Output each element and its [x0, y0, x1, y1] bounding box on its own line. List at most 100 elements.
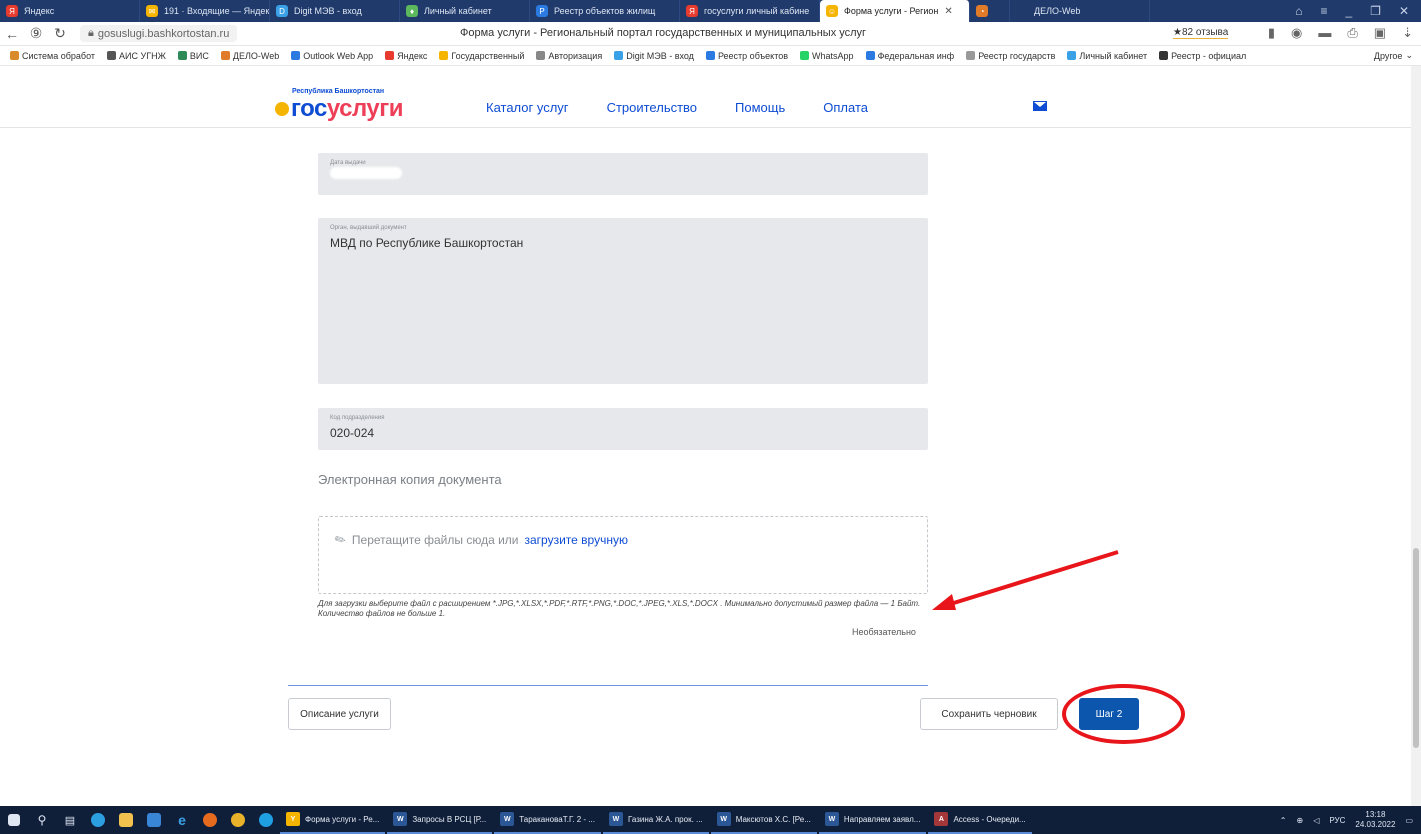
tab-favicon-icon	[1016, 5, 1028, 17]
browser-tab[interactable]: ДЕЛО-Web	[1010, 0, 1150, 22]
paperclip-icon: ✎	[331, 530, 349, 549]
bookmark-item[interactable]: Реестр государств	[960, 51, 1061, 61]
network-icon[interactable]: ⊕	[1297, 816, 1304, 825]
browser-tab[interactable]: Ягосуслуги личный кабине	[680, 0, 820, 22]
top-navigation: Каталог услуг Строительство Помощь Оплата	[486, 100, 868, 115]
browser-tab[interactable]: ☺ Форма услуги - Регион ✕	[820, 0, 970, 22]
url-text: gosuslugi.bashkortostan.ru	[97, 27, 230, 40]
bookmark-item[interactable]: ДЕЛО-Web	[215, 51, 285, 61]
annotation-circle	[1062, 684, 1185, 744]
page-scrollbar[interactable]	[1411, 66, 1421, 806]
upload-manually-link[interactable]: загрузите вручную	[525, 533, 628, 547]
bookmark-label: ДЕЛО-Web	[232, 50, 280, 61]
menu-icon[interactable]: ≡	[1320, 4, 1327, 18]
bookmark-item[interactable]: АИС УГНЖ	[101, 51, 172, 61]
service-description-button[interactable]: Описание услуги	[288, 698, 391, 730]
scrollbar-thumb[interactable]	[1413, 548, 1419, 748]
taskbar-app[interactable]: Y Форма услуги - Ре...	[280, 806, 386, 834]
bookmark-item[interactable]: ВИС	[172, 51, 215, 61]
browser-tab[interactable]: Р Реестр объектов жилищ	[530, 0, 680, 22]
reload-icon[interactable]: ↻	[48, 25, 72, 42]
bookmark-item[interactable]: Digit МЭВ - вход	[608, 51, 700, 61]
bookmark-favicon-icon	[291, 51, 301, 60]
bookmark-label: ВИС	[189, 50, 209, 61]
issuer-field[interactable]: Орган, выдавший документ МВД по Республи…	[318, 218, 928, 384]
save-draft-button[interactable]: Сохранить черновик	[920, 698, 1058, 730]
nav-link[interactable]: Каталог услуг	[486, 100, 569, 115]
taskbar-app[interactable]: W Запросы В РСЦ [Р...	[387, 806, 493, 834]
browser-tab[interactable]: ♦ Личный кабинет	[400, 0, 530, 22]
bookmark-item[interactable]: Федеральная инф	[860, 51, 961, 61]
bookmarks-other[interactable]: Другое ⌄	[1368, 50, 1421, 61]
volume-icon[interactable]: ◁	[1313, 816, 1319, 825]
bookmark-item[interactable]: Авторизация	[530, 51, 608, 61]
url-field[interactable]: 🔒︎ gosuslugi.bashkortostan.ru	[80, 25, 238, 42]
bookmark-item[interactable]: Система обработ	[4, 51, 101, 61]
reading-icon[interactable]: ▬	[1318, 25, 1331, 41]
bookmark-item[interactable]: Государственный	[433, 51, 530, 61]
taskbar-app[interactable]: W Направляем заявл...	[818, 806, 927, 834]
bookmark-favicon-icon	[966, 51, 976, 60]
taskbar-app[interactable]: W ТаракановаТ.Г. 2 - ...	[494, 806, 601, 834]
logo-sun-icon	[275, 102, 289, 116]
taskbar-app-icon: W	[608, 812, 623, 826]
edge-icon[interactable]	[84, 806, 112, 834]
mail-app-icon[interactable]	[140, 806, 168, 834]
clock-time: 13:18	[1365, 810, 1386, 819]
address-bar: ← ⑨ ↻ 🔒︎ gosuslugi.bashkortostan.ru Форм…	[0, 22, 1421, 46]
rating-link[interactable]: ★82 отзыва	[1173, 27, 1229, 39]
bookmark-item[interactable]: Яндекс	[379, 51, 433, 61]
minimize-icon[interactable]: _	[1345, 4, 1352, 18]
taskbar-app-icon: W	[500, 812, 515, 826]
extension-icon[interactable]: ◉	[1291, 25, 1302, 41]
skype-icon[interactable]	[252, 806, 280, 834]
annotation-arrow	[932, 550, 1119, 610]
back-icon[interactable]: ←	[0, 26, 24, 42]
firefox-icon[interactable]	[196, 806, 224, 834]
tab-label: госуслуги личный кабине	[704, 6, 810, 16]
notifications-icon[interactable]: ▭	[1405, 816, 1413, 825]
yandex-home-icon[interactable]: ⑨	[24, 25, 48, 42]
taskbar-app-label: Форма услуги - Ре...	[305, 814, 380, 824]
task-view-icon[interactable]: ▤	[56, 806, 84, 834]
ie-icon[interactable]: e	[168, 806, 196, 834]
browser-tab[interactable]: Я Яндекс	[0, 0, 140, 22]
language-indicator[interactable]: РУС	[1329, 816, 1345, 825]
clock[interactable]: 13:18 24.03.2022	[1355, 810, 1395, 830]
download-icon[interactable]: ⇣	[1402, 25, 1413, 41]
search-icon[interactable]: ⚲	[28, 806, 56, 834]
tray-expand-icon[interactable]: ⌃	[1280, 816, 1287, 825]
taskbar-app[interactable]: W Газина Ж.А. прок. ...	[602, 806, 709, 834]
file-dropzone[interactable]: ✎ Перетащите файлы сюда или загрузите вр…	[318, 516, 928, 594]
bookmark-item[interactable]: Реестр объектов	[700, 51, 794, 61]
close-window-icon[interactable]: ✕	[1399, 4, 1409, 18]
logo-text: гос услуги	[275, 95, 404, 123]
restore-icon[interactable]: ❐	[1370, 4, 1381, 18]
bookmark-item[interactable]: WhatsApp	[794, 51, 860, 61]
nav-link[interactable]: Помощь	[735, 100, 785, 115]
chrome-icon[interactable]	[224, 806, 252, 834]
issue-date-field[interactable]: Дата выдачи	[318, 153, 928, 195]
bookmark-icon[interactable]: ▮	[1268, 25, 1275, 41]
bookmark-item[interactable]: Личный кабинет	[1061, 51, 1153, 61]
windows-start-icon[interactable]	[0, 806, 28, 834]
close-tab-icon[interactable]: ✕	[944, 6, 952, 17]
tab-favicon-icon: Я	[686, 5, 698, 17]
nav-link[interactable]: Оплата	[823, 100, 868, 115]
collections-icon[interactable]: ⎙	[1347, 25, 1357, 41]
tabs-menu-icon[interactable]: ⌂	[1295, 4, 1302, 18]
profile-icon[interactable]: ▣	[1374, 25, 1386, 41]
browser-tab[interactable]: D Digit МЭВ - вход	[270, 0, 400, 22]
browser-tab[interactable]: ✉ 191 · Входящие — Яндекс	[140, 0, 270, 22]
bookmark-favicon-icon	[439, 51, 449, 60]
bookmark-item[interactable]: Реестр - официал	[1153, 51, 1252, 61]
explorer-icon[interactable]	[112, 806, 140, 834]
taskbar-app[interactable]: W Максютов Х.С. [Ре...	[710, 806, 817, 834]
taskbar-app[interactable]: A Access - Очереди...	[928, 806, 1032, 834]
browser-tab[interactable]: ◔	[970, 0, 1010, 22]
subdivision-code-field[interactable]: Код подразделения 020-024	[318, 408, 928, 450]
bookmark-item[interactable]: Outlook Web App	[285, 51, 379, 61]
mail-icon[interactable]	[1033, 101, 1047, 111]
nav-link[interactable]: Строительство	[607, 100, 697, 115]
bookmark-favicon-icon	[1067, 51, 1077, 60]
